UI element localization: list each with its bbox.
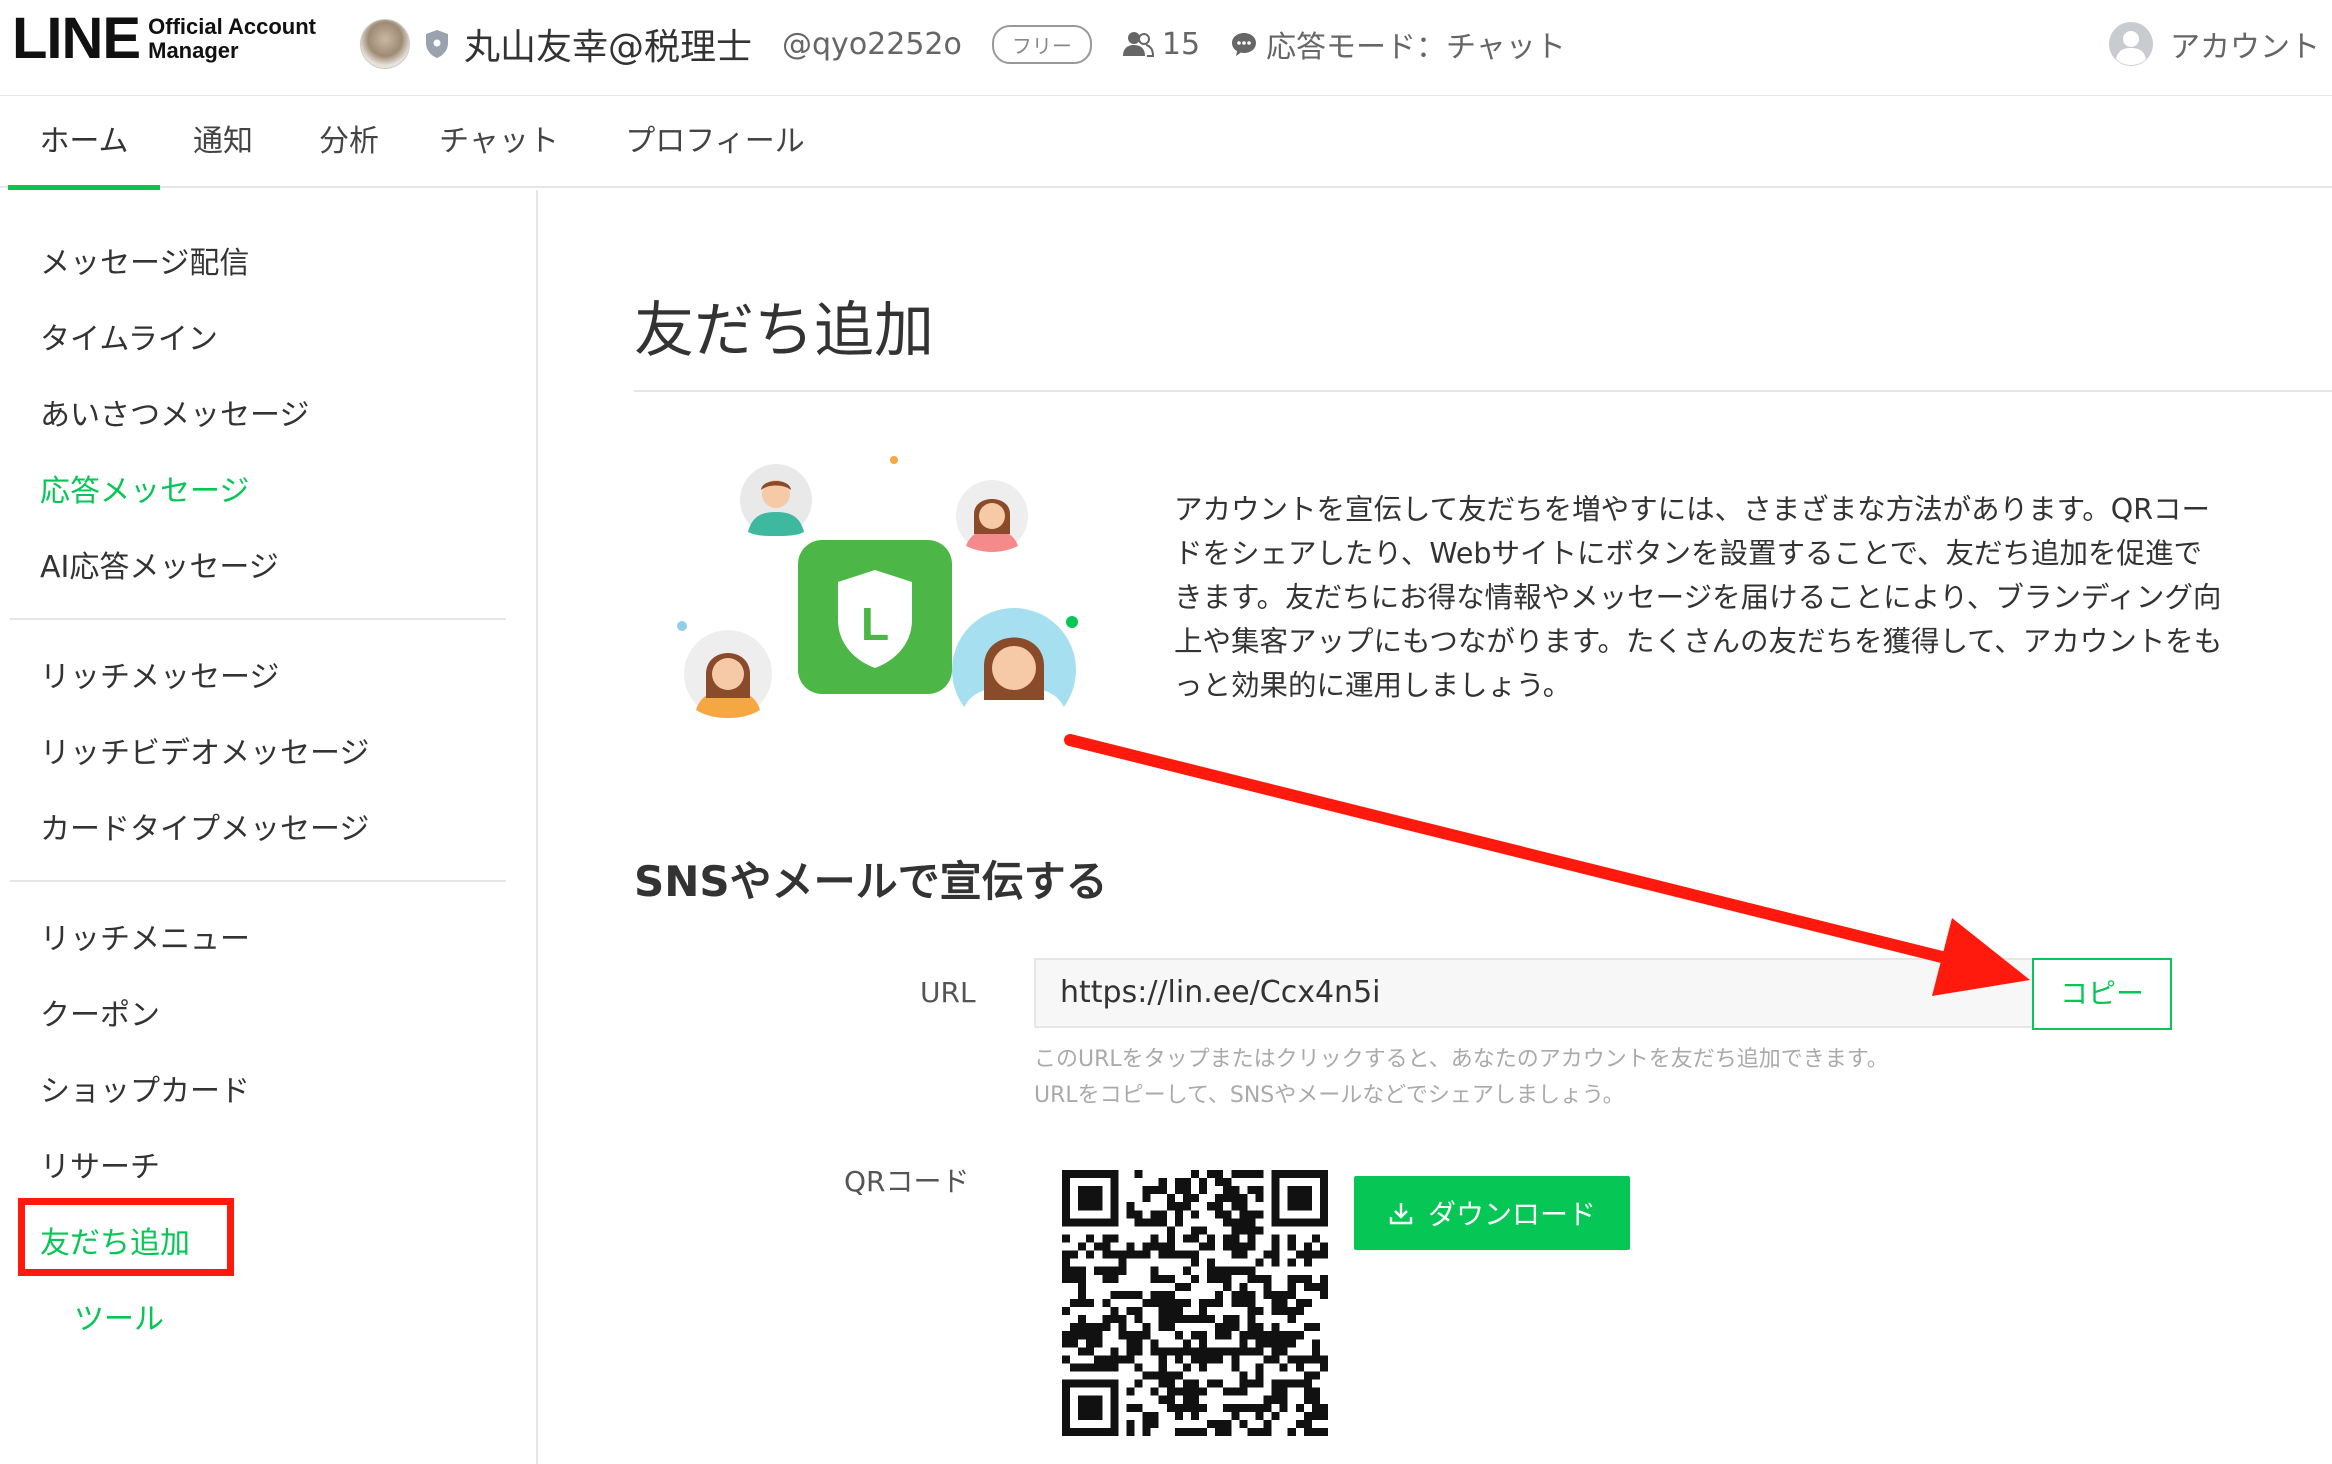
url-help-line: このURLをタップまたはクリックすると、あなたのアカウントを友だち追加できます。 — [1034, 1047, 1889, 1072]
logo-subtitle-line1: Official Account — [148, 14, 316, 39]
top-header: LINE Official Account Manager 丸山友幸@税理士 @… — [0, 0, 2332, 96]
qr-code-image — [1062, 1170, 1328, 1436]
friends-count: 15 — [1122, 27, 1200, 62]
sidebar-item-coupon[interactable]: クーポン — [40, 990, 160, 1034]
friends-count-value: 15 — [1161, 26, 1201, 62]
person-avatar-icon — [952, 608, 1076, 732]
decor-dot — [677, 621, 687, 631]
tab-notifications[interactable]: 通知 — [180, 96, 266, 188]
friends-icon — [1122, 32, 1154, 57]
sidebar-item-message-delivery[interactable]: メッセージ配信 — [40, 238, 249, 282]
sidebar-item-shop-card[interactable]: ショップカード — [40, 1066, 250, 1110]
sidebar-item-auto-response[interactable]: 応答メッセージ — [40, 466, 249, 510]
logo-subtitle-line2: Manager — [148, 38, 239, 63]
line-badge-icon: L — [798, 540, 952, 694]
qr-label: QRコード — [844, 1165, 970, 1198]
main-content: 友だち追加 L アカウントを宣伝して友だちを増やすには、さまざまな方法があります… — [540, 190, 2332, 1464]
url-help-line: URLをコピーして、SNSやメールなどでシェアしましょう。 — [1034, 1083, 1625, 1108]
chat-bubble-icon — [1232, 33, 1257, 56]
tab-chat[interactable]: チャット — [432, 96, 566, 188]
plan-badge: フリー — [991, 24, 1092, 64]
friends-illustration: L — [677, 456, 1078, 732]
decor-dot — [890, 456, 898, 464]
download-label: ダウンロード — [1427, 1198, 1596, 1231]
sidebar-item-greeting-message[interactable]: あいさつメッセージ — [40, 390, 309, 434]
tab-profile[interactable]: プロフィール — [612, 96, 818, 188]
copy-url-button[interactable]: コピー — [2032, 958, 2172, 1030]
friend-url-field[interactable]: https://lin.ee/Ccx4n5i — [1034, 958, 2034, 1028]
download-qr-button[interactable]: ダウンロード — [1354, 1176, 1630, 1250]
person-avatar-icon — [956, 480, 1028, 552]
app-root: LINE Official Account Manager 丸山友幸@税理士 @… — [0, 0, 2332, 1464]
account-name: 丸山友幸@税理士 — [464, 27, 753, 68]
line-oa-logo[interactable]: LINE Official Account Manager — [12, 10, 316, 68]
sidebar-item-rich-message[interactable]: リッチメッセージ — [40, 652, 279, 696]
sns-section-title: SNSやメールで宣伝する — [634, 857, 1108, 906]
tab-analytics[interactable]: 分析 — [306, 96, 392, 188]
sidebar-item-ai-response[interactable]: AI応答メッセージ — [40, 542, 279, 586]
sidebar-divider — [10, 618, 506, 620]
title-divider — [634, 390, 2332, 392]
sidebar-item-rich-video-message[interactable]: リッチビデオメッセージ — [40, 728, 369, 772]
account-id: @qyo2252o — [782, 26, 962, 62]
verified-shield-icon — [426, 30, 448, 58]
account-menu-label: アカウント — [2170, 30, 2320, 65]
sidebar-item-card-type-message[interactable]: カードタイプメッセージ — [40, 804, 369, 848]
badge-letter: L — [861, 598, 889, 650]
account-avatar — [360, 19, 410, 69]
intro-paragraph: アカウントを宣伝して友だちを増やすには、さまざまな方法があります。QRコードをシ… — [1174, 493, 2223, 702]
sidebar-item-rich-menu[interactable]: リッチメニュー — [40, 914, 250, 958]
logo-wordmark: LINE — [12, 6, 141, 71]
url-help-text: このURLをタップまたはクリックすると、あなたのアカウントを友だち追加できます。… — [1034, 1042, 2234, 1114]
person-avatar-icon — [684, 630, 772, 718]
account-switcher[interactable]: 丸山友幸@税理士 @qyo2252o フリー 15 応答モード：チャット — [360, 12, 1566, 76]
url-label: URL — [920, 976, 976, 1009]
person-avatar-icon — [740, 464, 812, 536]
response-mode[interactable]: 応答モード：チャット — [1230, 22, 1566, 66]
sidebar-subitem-tools[interactable]: ツール — [74, 1294, 164, 1338]
annotation-highlight-box — [18, 1198, 234, 1276]
sidebar-divider — [10, 880, 506, 882]
sidebar-item-timeline[interactable]: タイムライン — [40, 314, 218, 358]
page-title: 友だち追加 — [634, 296, 934, 366]
decor-dot — [1066, 616, 1078, 628]
response-mode-label: 応答モード：チャット — [1266, 30, 1566, 65]
download-icon — [1389, 1203, 1413, 1225]
sidebar-item-research[interactable]: リサーチ — [40, 1142, 160, 1186]
user-circle-icon — [2109, 22, 2153, 66]
main-tabs: ホーム 通知 分析 チャット プロフィール — [0, 96, 2332, 190]
logo-subtitle: Official Account Manager — [148, 15, 316, 63]
account-menu[interactable]: アカウント — [2108, 12, 2320, 76]
tab-home[interactable]: ホーム — [8, 96, 160, 190]
